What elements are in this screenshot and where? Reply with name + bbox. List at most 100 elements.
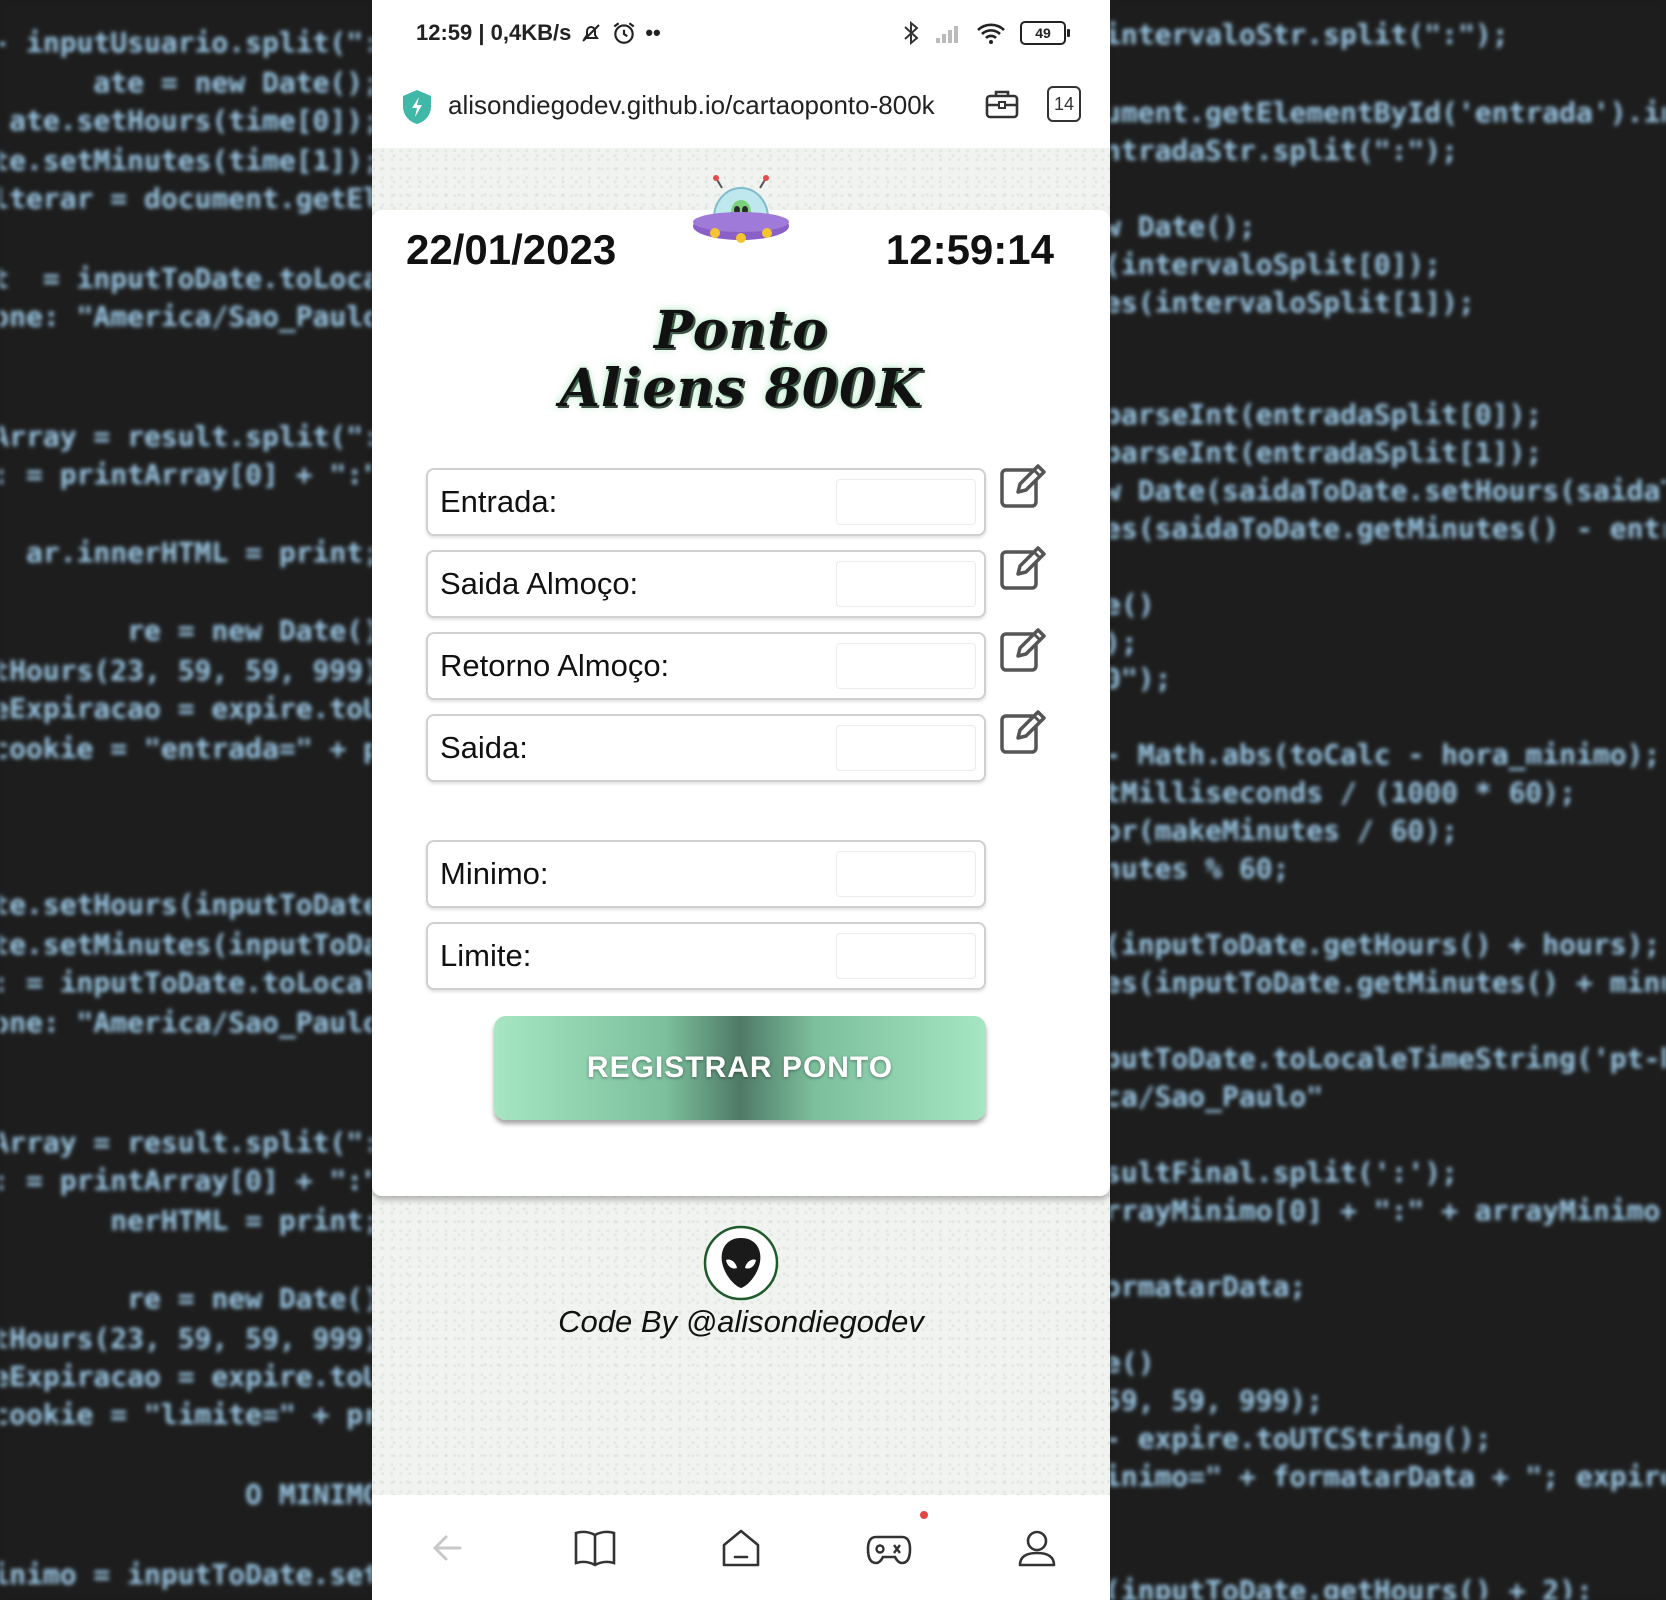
phone-screen: 12:59 | 0,4KB/s •• 49 alisondiegodev.git…: [372, 0, 1110, 1600]
url-text[interactable]: alisondiegodev.github.io/cartaoponto-800…: [448, 90, 935, 121]
code-line: etHours(23, 59, 59, 999): [0, 1322, 372, 1355]
code-line: cookie = "limite=" + pr: [0, 1398, 372, 1431]
status-right: 49: [902, 20, 1070, 46]
app-title-line2: Aliens 800K: [559, 358, 923, 419]
output-limite: [836, 933, 976, 979]
field-minimo: Minimo:: [426, 840, 986, 908]
code-line: ate.setHours(inputToDate: [0, 888, 372, 921]
code-line: : = inputToDate.toLocal: [0, 966, 372, 999]
code-line: parseInt(entradaSplit[0]);: [1110, 398, 1543, 431]
current-time: 12:59:14: [885, 226, 1054, 273]
alarm-icon: [613, 22, 635, 44]
code-line: inimo = inputToDate.set: [0, 1558, 372, 1591]
code-line: one: "America/Sao_Paulo: [0, 1006, 372, 1039]
code-line: es(saidaToDate.getMinutes() - entrad: [1110, 512, 1666, 545]
code-line: 0");: [1110, 662, 1172, 695]
status-bar: 12:59 | 0,4KB/s •• 49: [372, 0, 1110, 68]
status-time-speed: 12:59 | 0,4KB/s: [416, 20, 572, 45]
app-title-line1: Ponto: [654, 300, 828, 361]
code-line: ar.innerHTML = print;: [25, 536, 372, 569]
profile-icon[interactable]: [1014, 1525, 1060, 1571]
edit-entrada-icon[interactable]: [998, 462, 1046, 510]
register-ponto-button[interactable]: REGISTRAR PONTO: [494, 1016, 986, 1120]
status-left: 12:59 | 0,4KB/s ••: [416, 20, 661, 46]
code-line: ate.setHours(time[0]);: [9, 104, 372, 137]
edit-retorno-almoco-icon[interactable]: [998, 626, 1046, 674]
code-line: w Date();: [1110, 210, 1256, 243]
field-saida-almoco: Saida Almoço:: [426, 550, 986, 618]
code-line: etHours(23, 59, 59, 999): [0, 654, 372, 687]
code-line: rrayMinimo[0] + ":" + arrayMinimo[1]: [1110, 1194, 1666, 1227]
code-line: nutes % 60;: [1110, 852, 1290, 885]
code-line: ate.setMinutes(time[1]);: [0, 144, 372, 177]
mute-bell-icon: [582, 24, 601, 42]
input-saida-almoco[interactable]: [836, 561, 976, 607]
field-saida: Saida:: [426, 714, 986, 782]
book-icon[interactable]: [572, 1525, 618, 1571]
field-entrada: Entrada:: [426, 468, 986, 536]
code-line: ca/Sao_Paulo": [1110, 1080, 1324, 1113]
code-line: (intervaloSplit[0]);: [1110, 248, 1442, 281]
code-line: ate.setMinutes(inputToDa: [0, 928, 372, 961]
code-line: e(): [1110, 588, 1155, 621]
code-line: O MINIMO: [245, 1478, 372, 1511]
code-line: (inputToDate.getHours() + hours);: [1110, 928, 1661, 961]
alien-logo-icon: [703, 1225, 779, 1301]
field-label-saida-almoco: Saida Almoço:: [440, 566, 639, 601]
browser-url-bar[interactable]: alisondiegodev.github.io/cartaoponto-800…: [372, 68, 1110, 148]
back-arrow-icon[interactable]: [426, 1525, 472, 1571]
code-line: Array = result.split(":: [0, 1126, 372, 1159]
field-label-saida: Saida:: [440, 730, 528, 765]
tab-count-button[interactable]: 14: [1047, 86, 1081, 122]
field-retorno-almoco: Retorno Almoço:: [426, 632, 986, 700]
gamepad-icon[interactable]: [866, 1525, 912, 1571]
current-date: 22/01/2023: [406, 226, 617, 273]
edit-saida-almoco-icon[interactable]: [998, 544, 1046, 592]
code-line: (inputToDate.getHours() + 2);: [1110, 1574, 1593, 1600]
code-line: ument.getElementById('entrada').inne: [1110, 96, 1666, 129]
code-line: or(makeMinutes / 60);: [1110, 814, 1459, 847]
code-line: cookie = "entrada=" + p: [0, 732, 372, 765]
footer-credit: Code By @alisondiegodev: [558, 1304, 924, 1339]
code-line: - expire.toUTCString();: [1110, 1422, 1492, 1455]
field-label-limite: Limite:: [440, 938, 532, 973]
background-code-right: intervaloStr.split(":"); ument.getElement…: [1110, 0, 1666, 1600]
code-line: alterar = document.getEl: [0, 182, 372, 215]
more-dots-icon: ••: [645, 20, 661, 45]
code-line: );: [1110, 626, 1138, 659]
code-line: eExpiracao = expire.toU: [0, 692, 372, 725]
code-line: intervaloStr.split(":");: [1110, 18, 1509, 51]
notification-dot: [920, 1511, 928, 1519]
edit-saida-icon[interactable]: [998, 708, 1046, 756]
background-code-left: - inputUsuario.split(": ate = new Date();…: [0, 0, 372, 1600]
bottom-navigation: [372, 1495, 1110, 1600]
code-line: es(intervaloSplit[1]);: [1110, 286, 1475, 319]
field-label-retorno-almoco: Retorno Almoço:: [440, 648, 670, 683]
home-icon[interactable]: [718, 1525, 764, 1571]
code-line: : = printArray[0] + ":": [0, 458, 372, 491]
code-line: eExpiracao = expire.toU: [0, 1360, 372, 1393]
field-label-minimo: Minimo:: [440, 856, 549, 891]
field-label-entrada: Entrada:: [440, 484, 558, 519]
wifi-icon: [977, 23, 1005, 44]
signal-icon: [936, 26, 958, 43]
code-line: re = new Date(): [127, 614, 372, 647]
code-line: - Math.abs(toCalc - hora_minimo);: [1110, 738, 1661, 771]
code-line: e(): [1110, 1346, 1155, 1379]
code-line: re = new Date(): [127, 1282, 372, 1315]
shield-icon: [403, 90, 431, 124]
output-minimo: [836, 851, 976, 897]
bluetooth-icon: [904, 20, 919, 46]
code-line: putToDate.toLocaleTimeString('pt-br': [1110, 1042, 1666, 1075]
code-line: t = inputToDate.toLoca: [0, 262, 372, 295]
input-entrada[interactable]: [836, 479, 976, 525]
battery-icon: 49: [1020, 21, 1070, 45]
input-retorno-almoco[interactable]: [836, 643, 976, 689]
code-line: one: "America/Sao_Paulo: [0, 300, 372, 333]
code-line: ate = new Date();: [93, 66, 372, 99]
briefcase-icon[interactable]: [984, 86, 1020, 122]
input-saida[interactable]: [836, 725, 976, 771]
code-line: 59, 59, 999);: [1110, 1384, 1324, 1417]
code-line: inimo=" + formatarData + "; expires=: [1110, 1460, 1666, 1493]
code-line: es(inputToDate.getMinutes() + minute: [1110, 966, 1666, 999]
